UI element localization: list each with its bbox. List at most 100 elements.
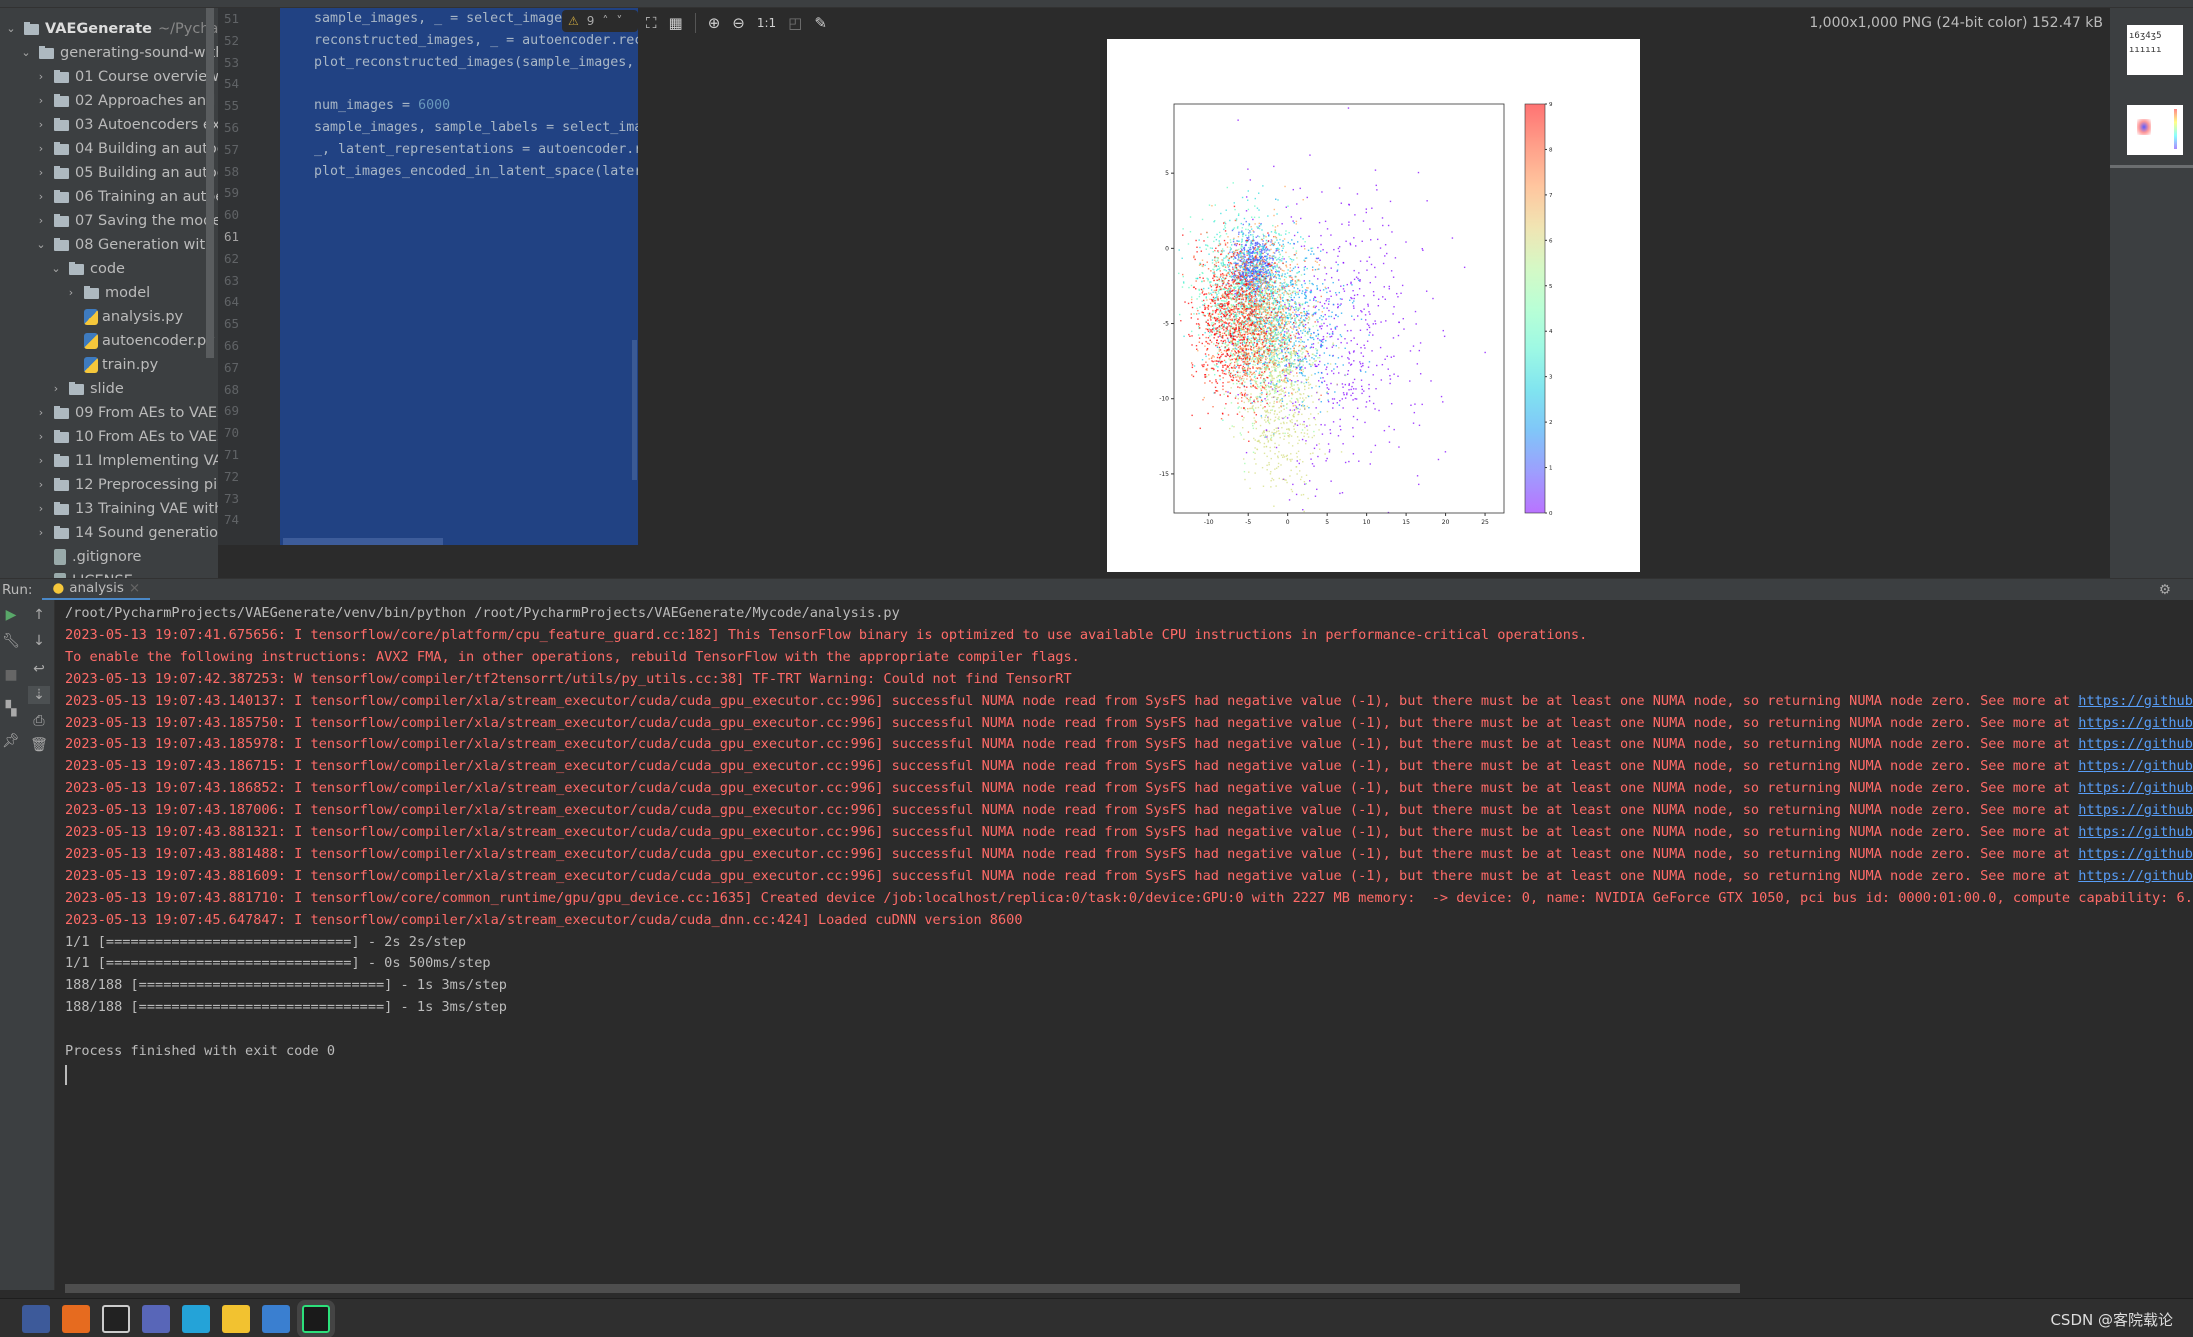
scatter-point: [1255, 318, 1258, 321]
scatter-point: [1275, 446, 1278, 449]
code-editor[interactable]: sample_images, _ = select_image reconstru…: [280, 8, 638, 545]
tree-root[interactable]: ⌄ VAEGenerate ~/PycharmPro: [4, 17, 218, 41]
scatter-point: [1316, 444, 1318, 446]
scatter-point: [1207, 280, 1209, 282]
scatter-point: [1362, 220, 1365, 222]
scatter-point: [1260, 417, 1263, 419]
scatter-point: [1248, 338, 1251, 341]
editor-vscrollbar[interactable]: [632, 340, 637, 480]
scatter-point: [1269, 418, 1272, 421]
code-line[interactable]: sample_images, _ = select_image: [314, 11, 562, 26]
tree-item[interactable]: ›12 Preprocessing pipeli: [34, 473, 218, 497]
code-line[interactable]: plot_reconstructed_images(sample_images,: [314, 55, 634, 70]
scatter-point: [1278, 352, 1280, 355]
grid-icon[interactable]: ▦: [669, 14, 683, 32]
scatter-point: [1351, 302, 1354, 304]
tree-item[interactable]: ›06 Training an autoenc: [34, 185, 218, 209]
zoom-out-icon[interactable]: ⊖: [732, 14, 745, 32]
code-line[interactable]: plot_images_encoded_in_latent_space(late…: [314, 164, 638, 179]
scatter-point: [1213, 330, 1215, 332]
scatter-point: [1259, 276, 1261, 279]
scatter-point: [1233, 374, 1235, 376]
code-line[interactable]: sample_images, sample_labels = select_im…: [314, 120, 638, 135]
chevron-down-icon[interactable]: ˅: [616, 14, 622, 28]
tree-item[interactable]: autoencoder.py: [64, 329, 215, 353]
editor-hscrollbar[interactable]: [283, 538, 443, 545]
scatter-point: [1290, 307, 1292, 309]
scatter-point: [1277, 360, 1280, 363]
scatter-point: [1342, 288, 1345, 290]
fit-window-icon[interactable]: ◰: [788, 14, 802, 32]
chevron-up-icon[interactable]: ˄: [602, 14, 608, 28]
tree-item[interactable]: ›05 Building an autoenc: [34, 161, 218, 185]
scatter-point: [1329, 323, 1331, 326]
scatter-point: [1372, 334, 1374, 336]
scatter-point: [1255, 396, 1257, 398]
scatter-point: [1211, 247, 1214, 250]
tree-item[interactable]: ›04 Building an autoenc: [34, 137, 218, 161]
scatter-point: [1312, 325, 1314, 328]
tree-item[interactable]: › 01 Course overview: [34, 65, 218, 89]
tree-item[interactable]: analysis.py: [64, 305, 183, 329]
scatter-point: [1365, 319, 1367, 321]
scatter-point: [1393, 373, 1395, 375]
tree-item-label: 01 Course overview: [75, 69, 218, 85]
scatter-point: [1233, 227, 1236, 229]
zoom-in-icon[interactable]: ⊕: [708, 14, 721, 32]
tree-item[interactable]: › model: [64, 281, 150, 305]
scatter-point: [1369, 331, 1371, 334]
chevron-right-icon: ›: [38, 142, 44, 155]
scatter-point: [1223, 300, 1226, 302]
scatter-point: [1305, 482, 1308, 485]
scatter-point: [1332, 402, 1334, 404]
scatter-point: [1444, 451, 1447, 453]
scatter-point: [1254, 258, 1257, 261]
scatter-point: [1298, 462, 1300, 465]
tree-item[interactable]: ⌄ code: [49, 257, 125, 281]
scatter-point: [1212, 272, 1214, 274]
tree-item[interactable]: › 07 Saving the model: [34, 209, 218, 233]
scatter-point: [1255, 311, 1257, 313]
scatter-point: [1279, 361, 1281, 364]
actual-size-button[interactable]: 1:1: [757, 16, 776, 30]
tree-item[interactable]: ›14 Sound generation wi: [34, 521, 218, 545]
scatter-point: [1233, 251, 1235, 253]
tree-scrollbar[interactable]: [206, 8, 214, 358]
tree-item[interactable]: ›02 Approaches and chal: [34, 89, 218, 113]
scatter-point: [1264, 275, 1267, 277]
scatter-point: [1253, 298, 1255, 300]
scatter-point: [1272, 255, 1275, 257]
scatter-point: [1336, 325, 1338, 328]
tree-item[interactable]: ›03 Autoencoders explai: [34, 113, 218, 137]
scatter-point: [1213, 373, 1216, 376]
scatter-point: [1224, 222, 1227, 225]
scatter-point: [1275, 298, 1277, 300]
viewer-toolbar: ⛶ ▦ ⊕ ⊖ 1:1 ◰ ✎: [640, 10, 827, 36]
scatter-point: [1320, 400, 1322, 403]
tree-item[interactable]: .gitignore: [34, 545, 141, 569]
scatter-point: [1419, 342, 1422, 344]
tree-item[interactable]: LICENSE: [34, 569, 133, 578]
scatter-point: [1258, 352, 1261, 354]
code-line[interactable]: reconstructed_images, _ = autoencoder.re…: [314, 33, 638, 48]
tree-item[interactable]: › slide: [49, 377, 124, 401]
tree-item[interactable]: ›09 From AEs to VAEs Par: [34, 401, 218, 425]
scatter-point: [1254, 223, 1256, 225]
inspection-widget[interactable]: ⚠ 9 ˄ ˅: [562, 10, 638, 32]
scatter-point: [1255, 241, 1257, 244]
tree-item[interactable]: ›10 From AEs to VAEs Par: [34, 425, 218, 449]
tree-item[interactable]: ›13 Training VAE with au: [34, 497, 218, 521]
scatter-point: [1315, 365, 1317, 368]
tree-item[interactable]: train.py: [64, 353, 158, 377]
fit-icon[interactable]: ⛶: [646, 14, 657, 32]
tree-item-label: LICENSE: [72, 569, 133, 578]
tree-item[interactable]: ⌄08 Generation with Auto: [34, 233, 218, 257]
code-line[interactable]: _, latent_representations = autoencoder.…: [314, 142, 638, 157]
scatter-point: [1188, 286, 1190, 289]
tree-item[interactable]: › 11 Implementing VAE: [34, 449, 218, 473]
tree-item[interactable]: ⌄generating-sound-with-ne: [19, 41, 218, 65]
code-line[interactable]: num_images = 6000: [314, 98, 450, 113]
scatter-point: [1297, 413, 1300, 415]
color-picker-icon[interactable]: ✎: [814, 14, 827, 32]
scatter-point: [1396, 292, 1398, 295]
